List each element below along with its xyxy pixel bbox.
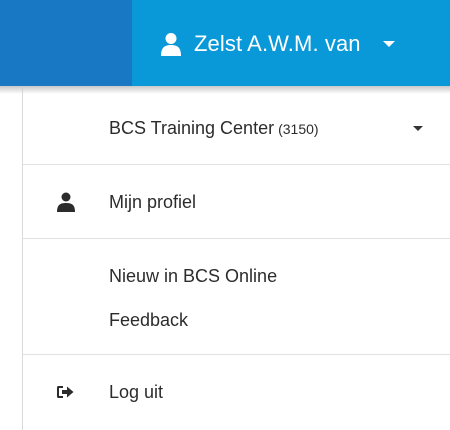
caret-down-icon	[382, 41, 395, 47]
sign-out-icon	[57, 386, 74, 398]
user-menu-toggle[interactable]: Zelst A.W.M. van	[160, 26, 395, 62]
organization-number: (3150)	[278, 120, 319, 137]
menu-item-label: Log uit	[109, 381, 164, 402]
menu-divider	[23, 164, 450, 165]
organization-name: BCS Training Center	[109, 117, 275, 138]
organization-label: BCS Training Center (3150)	[109, 118, 319, 139]
menu-divider	[23, 238, 450, 239]
user-icon	[161, 33, 181, 56]
top-bar-left-block	[0, 0, 132, 86]
menu-item-profile[interactable]: Mijn profiel	[23, 182, 450, 222]
user-dropdown-menu: BCS Training Center (3150) Mijn profiel N…	[22, 86, 450, 430]
header-shadow	[0, 86, 450, 94]
caret-down-icon	[413, 126, 423, 131]
menu-item-label: Mijn profiel	[109, 191, 197, 212]
menu-item-whats-new[interactable]: Nieuw in BCS Online	[23, 256, 450, 296]
menu-item-label: Nieuw in BCS Online	[109, 265, 278, 286]
user-name: Zelst A.W.M. van	[194, 31, 361, 56]
menu-item-feedback[interactable]: Feedback	[23, 300, 450, 340]
organization-selector[interactable]: BCS Training Center (3150)	[23, 108, 450, 148]
user-icon	[57, 192, 75, 212]
menu-item-label: Feedback	[109, 309, 189, 330]
menu-item-logout[interactable]: Log uit	[23, 372, 450, 412]
menu-divider	[23, 354, 450, 355]
top-bar: Zelst A.W.M. van	[0, 0, 450, 86]
